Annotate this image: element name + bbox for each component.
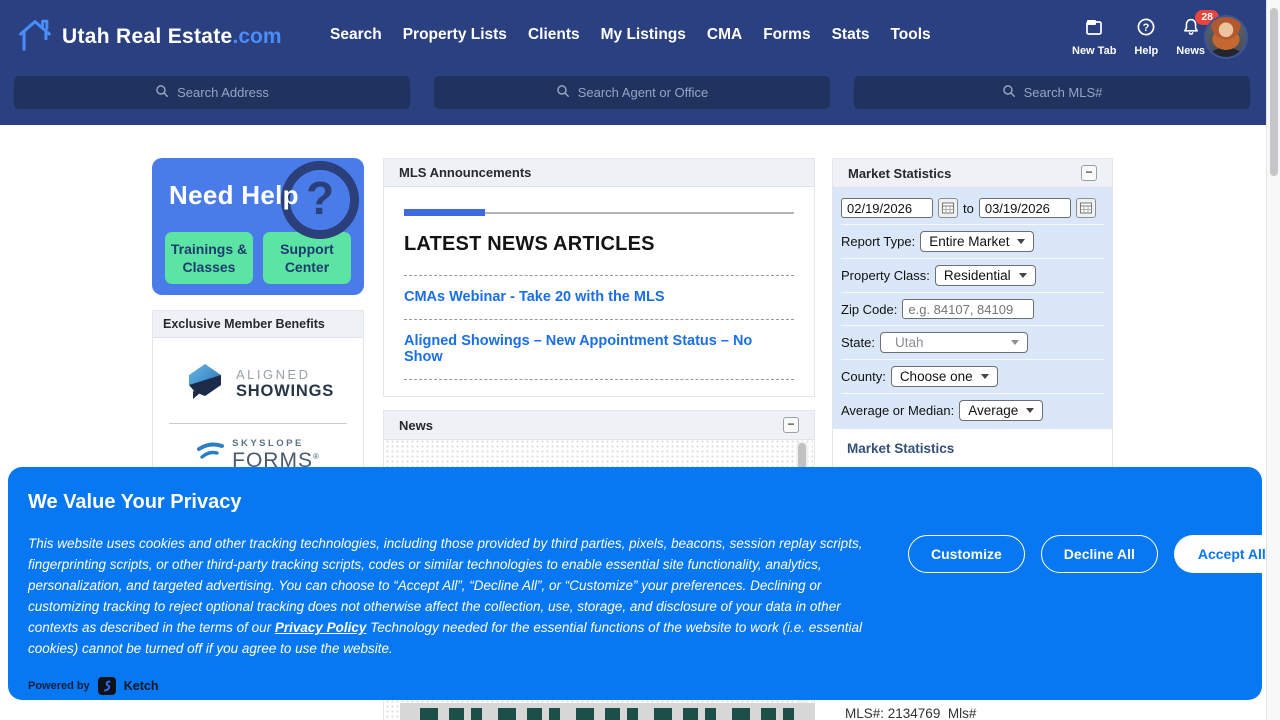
collapse-news-button[interactable]: − bbox=[783, 417, 799, 433]
support-center-button[interactable]: Support Center bbox=[263, 232, 351, 284]
header-actions: New Tab ? Help 28 bbox=[1072, 17, 1205, 57]
ketch-icon bbox=[98, 677, 116, 695]
privacy-banner-text: This website uses cookies and other trac… bbox=[28, 533, 888, 659]
county-select[interactable]: Choose one bbox=[891, 366, 998, 387]
average-median-select[interactable]: Average bbox=[959, 400, 1043, 421]
search-icon bbox=[556, 84, 570, 101]
news-button[interactable]: 28 News bbox=[1176, 17, 1205, 57]
collapse-market-stats-button[interactable]: − bbox=[1081, 165, 1097, 181]
user-avatar[interactable] bbox=[1204, 15, 1248, 59]
main-nav: Search Property Lists Clients My Listing… bbox=[330, 26, 931, 44]
privacy-policy-link[interactable]: Privacy Policy bbox=[275, 620, 367, 635]
date-to-input[interactable] bbox=[979, 198, 1071, 218]
search-agent-office-input[interactable]: Search Agent or Office bbox=[434, 76, 830, 109]
customize-button[interactable]: Customize bbox=[908, 535, 1025, 573]
aligned-showings-icon bbox=[182, 358, 228, 409]
house-logo-icon bbox=[14, 14, 56, 59]
results-title: Market Statistics bbox=[847, 441, 1098, 456]
report-type-select[interactable]: Entire Market bbox=[920, 231, 1034, 252]
search-mls-input[interactable]: Search MLS# bbox=[854, 76, 1250, 109]
carousel-progress bbox=[404, 209, 794, 217]
nav-property-lists[interactable]: Property Lists bbox=[403, 26, 507, 44]
aligned-showings-logo[interactable]: ALIGNED SHOWINGS bbox=[153, 338, 363, 409]
decline-all-button[interactable]: Decline All bbox=[1041, 535, 1158, 573]
powered-by-ketch[interactable]: Powered by Ketch bbox=[28, 677, 158, 695]
market-stats-form: to Report Type: Entire Market Property C… bbox=[833, 188, 1112, 429]
search-address-input[interactable]: Search Address bbox=[14, 76, 410, 109]
help-icon: ? bbox=[1136, 17, 1156, 42]
brand-name: Utah Real Estate bbox=[62, 25, 233, 48]
property-class-select[interactable]: Residential bbox=[935, 265, 1036, 286]
chevron-down-icon bbox=[981, 374, 989, 379]
date-from-input[interactable] bbox=[841, 198, 933, 218]
cookie-consent-banner: We Value Your Privacy This website uses … bbox=[8, 467, 1262, 700]
page-scrollbar-track[interactable] bbox=[1266, 0, 1280, 720]
news-title: News bbox=[399, 418, 433, 433]
need-help-card: Need Help ? Trainings & Classes Support … bbox=[152, 158, 364, 295]
trainings-classes-button[interactable]: Trainings & Classes bbox=[165, 232, 253, 284]
divider bbox=[404, 275, 794, 276]
accept-all-button[interactable]: Accept All bbox=[1174, 535, 1280, 573]
site-logo[interactable]: Utah Real Estate.com bbox=[14, 14, 282, 59]
nav-forms[interactable]: Forms bbox=[763, 26, 810, 44]
brand-tld: .com bbox=[233, 25, 282, 48]
new-tab-button[interactable]: New Tab bbox=[1072, 17, 1116, 57]
nav-clients[interactable]: Clients bbox=[528, 26, 580, 44]
divider bbox=[404, 379, 794, 380]
calendar-icon[interactable] bbox=[938, 198, 958, 218]
nav-stats[interactable]: Stats bbox=[832, 26, 870, 44]
divider bbox=[169, 423, 347, 424]
divider bbox=[404, 319, 794, 320]
market-statistics-panel: Market Statistics − to Report Type: Enti… bbox=[832, 158, 1113, 504]
page: Utah Real Estate.com Search Property Lis… bbox=[0, 0, 1280, 720]
chevron-down-icon bbox=[1026, 408, 1034, 413]
new-tab-icon bbox=[1084, 17, 1104, 42]
svg-text:?: ? bbox=[1143, 22, 1150, 34]
nav-search[interactable]: Search bbox=[330, 26, 382, 44]
news-partial-headline bbox=[400, 703, 815, 720]
chevron-down-icon bbox=[1017, 239, 1025, 244]
search-icon bbox=[155, 84, 169, 101]
chevron-down-icon bbox=[1019, 273, 1027, 278]
zip-code-input[interactable] bbox=[902, 299, 1034, 319]
chevron-down-icon bbox=[1011, 340, 1019, 345]
page-scrollbar-thumb[interactable] bbox=[1270, 8, 1278, 176]
market-statistics-title: Market Statistics bbox=[848, 166, 951, 181]
mls-announcements-panel: MLS Announcements LATEST NEWS ARTICLES C… bbox=[383, 158, 815, 397]
need-help-title: Need Help bbox=[169, 180, 299, 211]
calendar-icon[interactable] bbox=[1076, 198, 1096, 218]
mls-announcements-title: MLS Announcements bbox=[399, 165, 531, 180]
need-help-buttons: Trainings & Classes Support Center bbox=[165, 232, 351, 284]
cookie-buttons: Customize Decline All Accept All bbox=[908, 535, 1280, 573]
privacy-banner-title: We Value Your Privacy bbox=[28, 491, 241, 514]
news-article-link[interactable]: Aligned Showings – New Appointment Statu… bbox=[404, 333, 794, 365]
state-select[interactable]: Utah bbox=[880, 332, 1028, 353]
nav-cma[interactable]: CMA bbox=[707, 26, 742, 44]
top-navbar: Utah Real Estate.com Search Property Lis… bbox=[0, 0, 1280, 125]
nav-tools[interactable]: Tools bbox=[890, 26, 930, 44]
member-benefits-title: Exclusive Member Benefits bbox=[163, 317, 325, 331]
date-to-label: to bbox=[963, 201, 974, 216]
skyslope-icon bbox=[196, 441, 224, 470]
mls-number-partial-text: MLS#: 2134769 Mls# bbox=[845, 706, 976, 720]
latest-news-heading: LATEST NEWS ARTICLES bbox=[404, 233, 794, 256]
news-article-link[interactable]: CMAs Webinar - Take 20 with the MLS bbox=[404, 289, 794, 305]
nav-my-listings[interactable]: My Listings bbox=[601, 26, 686, 44]
help-button[interactable]: ? Help bbox=[1134, 17, 1158, 57]
search-icon bbox=[1002, 84, 1016, 101]
